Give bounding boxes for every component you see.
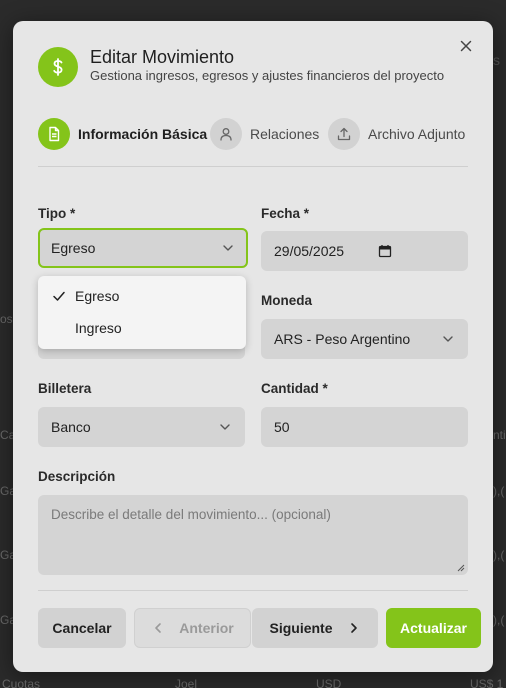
- descripcion-placeholder: Describe el detalle del movimiento... (o…: [51, 507, 331, 522]
- background-text: Joel: [175, 677, 198, 688]
- fecha-label: Fecha *: [261, 206, 310, 221]
- billetera-select[interactable]: Banco: [38, 407, 245, 447]
- chevron-right-icon: [350, 623, 357, 633]
- chevron-down-icon: [443, 336, 453, 342]
- dollar-icon: [53, 58, 63, 76]
- billetera-value: Banco: [51, 419, 91, 435]
- resize-grip-icon[interactable]: [457, 564, 465, 572]
- option-ingreso[interactable]: Ingreso: [38, 312, 246, 344]
- divider: [38, 590, 468, 591]
- dialog-title: Editar Movimiento: [90, 47, 235, 67]
- cantidad-value: 50: [274, 419, 290, 435]
- step-label: Relaciones: [250, 126, 320, 142]
- upload-icon: [337, 127, 351, 141]
- tipo-dropdown-menu: Egreso Ingreso: [38, 276, 246, 349]
- cantidad-input[interactable]: 50: [261, 407, 468, 447]
- chevron-down-icon: [223, 245, 233, 251]
- divider: [38, 166, 468, 167]
- step-archivo-adjunto[interactable]: Archivo Adjunto: [328, 118, 465, 150]
- document-icon: [49, 126, 60, 142]
- tipo-select[interactable]: Egreso: [38, 228, 248, 268]
- background-text: US$ 1: [470, 677, 504, 688]
- background-text: os: [0, 312, 13, 326]
- chevron-down-icon: [220, 424, 230, 430]
- moneda-value: ARS - Peso Argentino: [274, 331, 411, 347]
- step-label: Archivo Adjunto: [368, 126, 466, 142]
- edit-movement-dialog: Editar Movimiento Gestiona ingresos, egr…: [13, 21, 493, 672]
- moneda-select[interactable]: ARS - Peso Argentino: [261, 319, 468, 359]
- cantidad-label: Cantidad *: [261, 381, 328, 396]
- step-label: Información Básica: [78, 126, 208, 142]
- close-button[interactable]: [457, 37, 475, 55]
- previous-button[interactable]: Anterior: [134, 608, 251, 648]
- descripcion-label: Descripción: [38, 469, 116, 484]
- moneda-label: Moneda: [261, 293, 313, 308]
- cancel-button[interactable]: Cancelar: [38, 608, 126, 648]
- update-button[interactable]: Actualizar: [386, 608, 481, 648]
- next-button[interactable]: Siguiente: [252, 608, 378, 648]
- chevron-left-icon: [155, 623, 162, 633]
- fecha-value: 29/05/2025: [274, 243, 345, 259]
- tipo-label: Tipo *: [38, 206, 76, 221]
- update-label: Actualizar: [400, 620, 467, 636]
- calendar-icon[interactable]: [378, 244, 392, 258]
- cancel-label: Cancelar: [52, 620, 112, 636]
- tipo-value: Egreso: [51, 240, 96, 256]
- billetera-label: Billetera: [38, 381, 92, 396]
- step-informacion-basica[interactable]: Información Básica: [38, 118, 207, 150]
- header-icon-badge: [38, 47, 78, 87]
- background-text: ),(: [493, 613, 505, 627]
- option-label: Ingreso: [75, 320, 122, 336]
- step-relaciones[interactable]: Relaciones: [210, 118, 319, 150]
- descripcion-textarea[interactable]: Describe el detalle del movimiento... (o…: [38, 495, 468, 575]
- background-text: ),(: [493, 484, 505, 498]
- fecha-input[interactable]: 29/05/2025: [261, 231, 468, 271]
- check-icon: [53, 291, 65, 301]
- option-egreso[interactable]: Egreso: [38, 280, 246, 312]
- background-text: nti: [493, 428, 506, 442]
- close-icon: [460, 40, 472, 52]
- dialog-subtitle: Gestiona ingresos, egresos y ajustes fin…: [90, 68, 445, 83]
- background-text: s: [493, 52, 500, 68]
- user-icon: [220, 128, 232, 141]
- background-text: ),(: [493, 548, 505, 562]
- next-label: Siguiente: [269, 620, 333, 636]
- option-label: Egreso: [75, 288, 120, 304]
- background-text: USD: [316, 677, 342, 688]
- background-text: Cuotas: [2, 677, 41, 688]
- previous-label: Anterior: [179, 620, 234, 636]
